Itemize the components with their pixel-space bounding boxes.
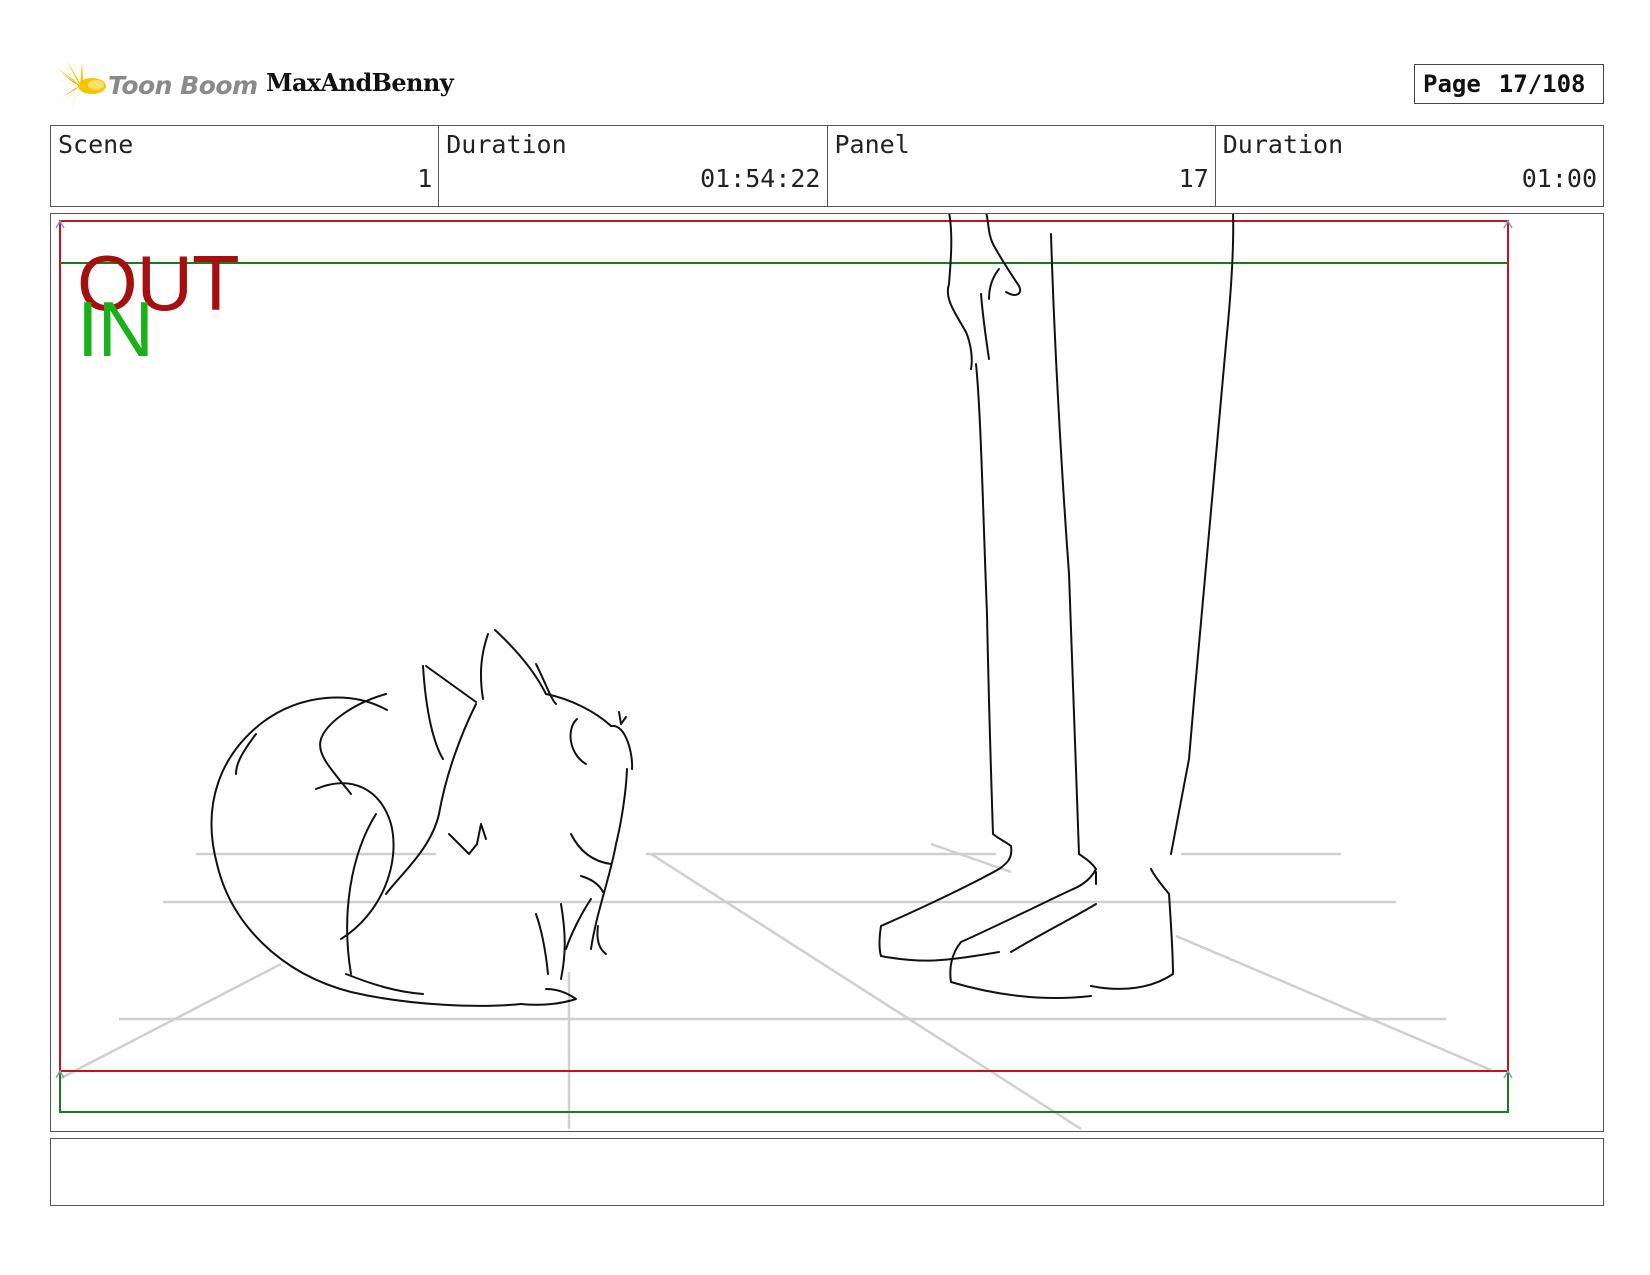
page-value: 17/108 [1498,70,1586,98]
scene-value: 1 [417,164,433,193]
panel-value: 17 [1178,164,1209,193]
panel-duration-cell: Duration 01:00 [1216,126,1603,206]
cat-sketch [210,629,634,1007]
toon-boom-logo: Toon Boom [52,58,258,114]
logo-text: Toon Boom [108,71,258,100]
page-indicator: Page 17/108 [1414,64,1604,104]
in-frame-bottom [59,1071,1509,1113]
panel-drawing [55,214,1513,1131]
page-label: Page [1423,70,1481,98]
duration-value: 01:54:22 [700,164,821,193]
scene-label: Scene [58,130,134,159]
floor-guides [58,842,1492,1131]
info-table: Scene 1 Duration 01:54:22 Panel 17 Durat… [50,125,1604,207]
project-name: MaxAndBenny [266,68,454,97]
duration-cell: Duration 01:54:22 [439,126,828,206]
duration-label: Duration [446,130,567,159]
storyboard-panel: OUT IN [50,213,1604,1132]
panel-duration-value: 01:00 [1521,164,1597,193]
panel-cell: Panel 17 [828,126,1216,206]
panel-duration-label: Duration [1222,130,1344,159]
notes-box [50,1138,1604,1206]
in-label: IN [77,285,154,373]
scene-cell: Scene 1 [51,126,440,206]
legs-sketch [878,214,1235,1000]
panel-label: Panel [834,130,910,159]
out-frame [59,220,1509,1072]
starburst-icon [52,60,106,112]
